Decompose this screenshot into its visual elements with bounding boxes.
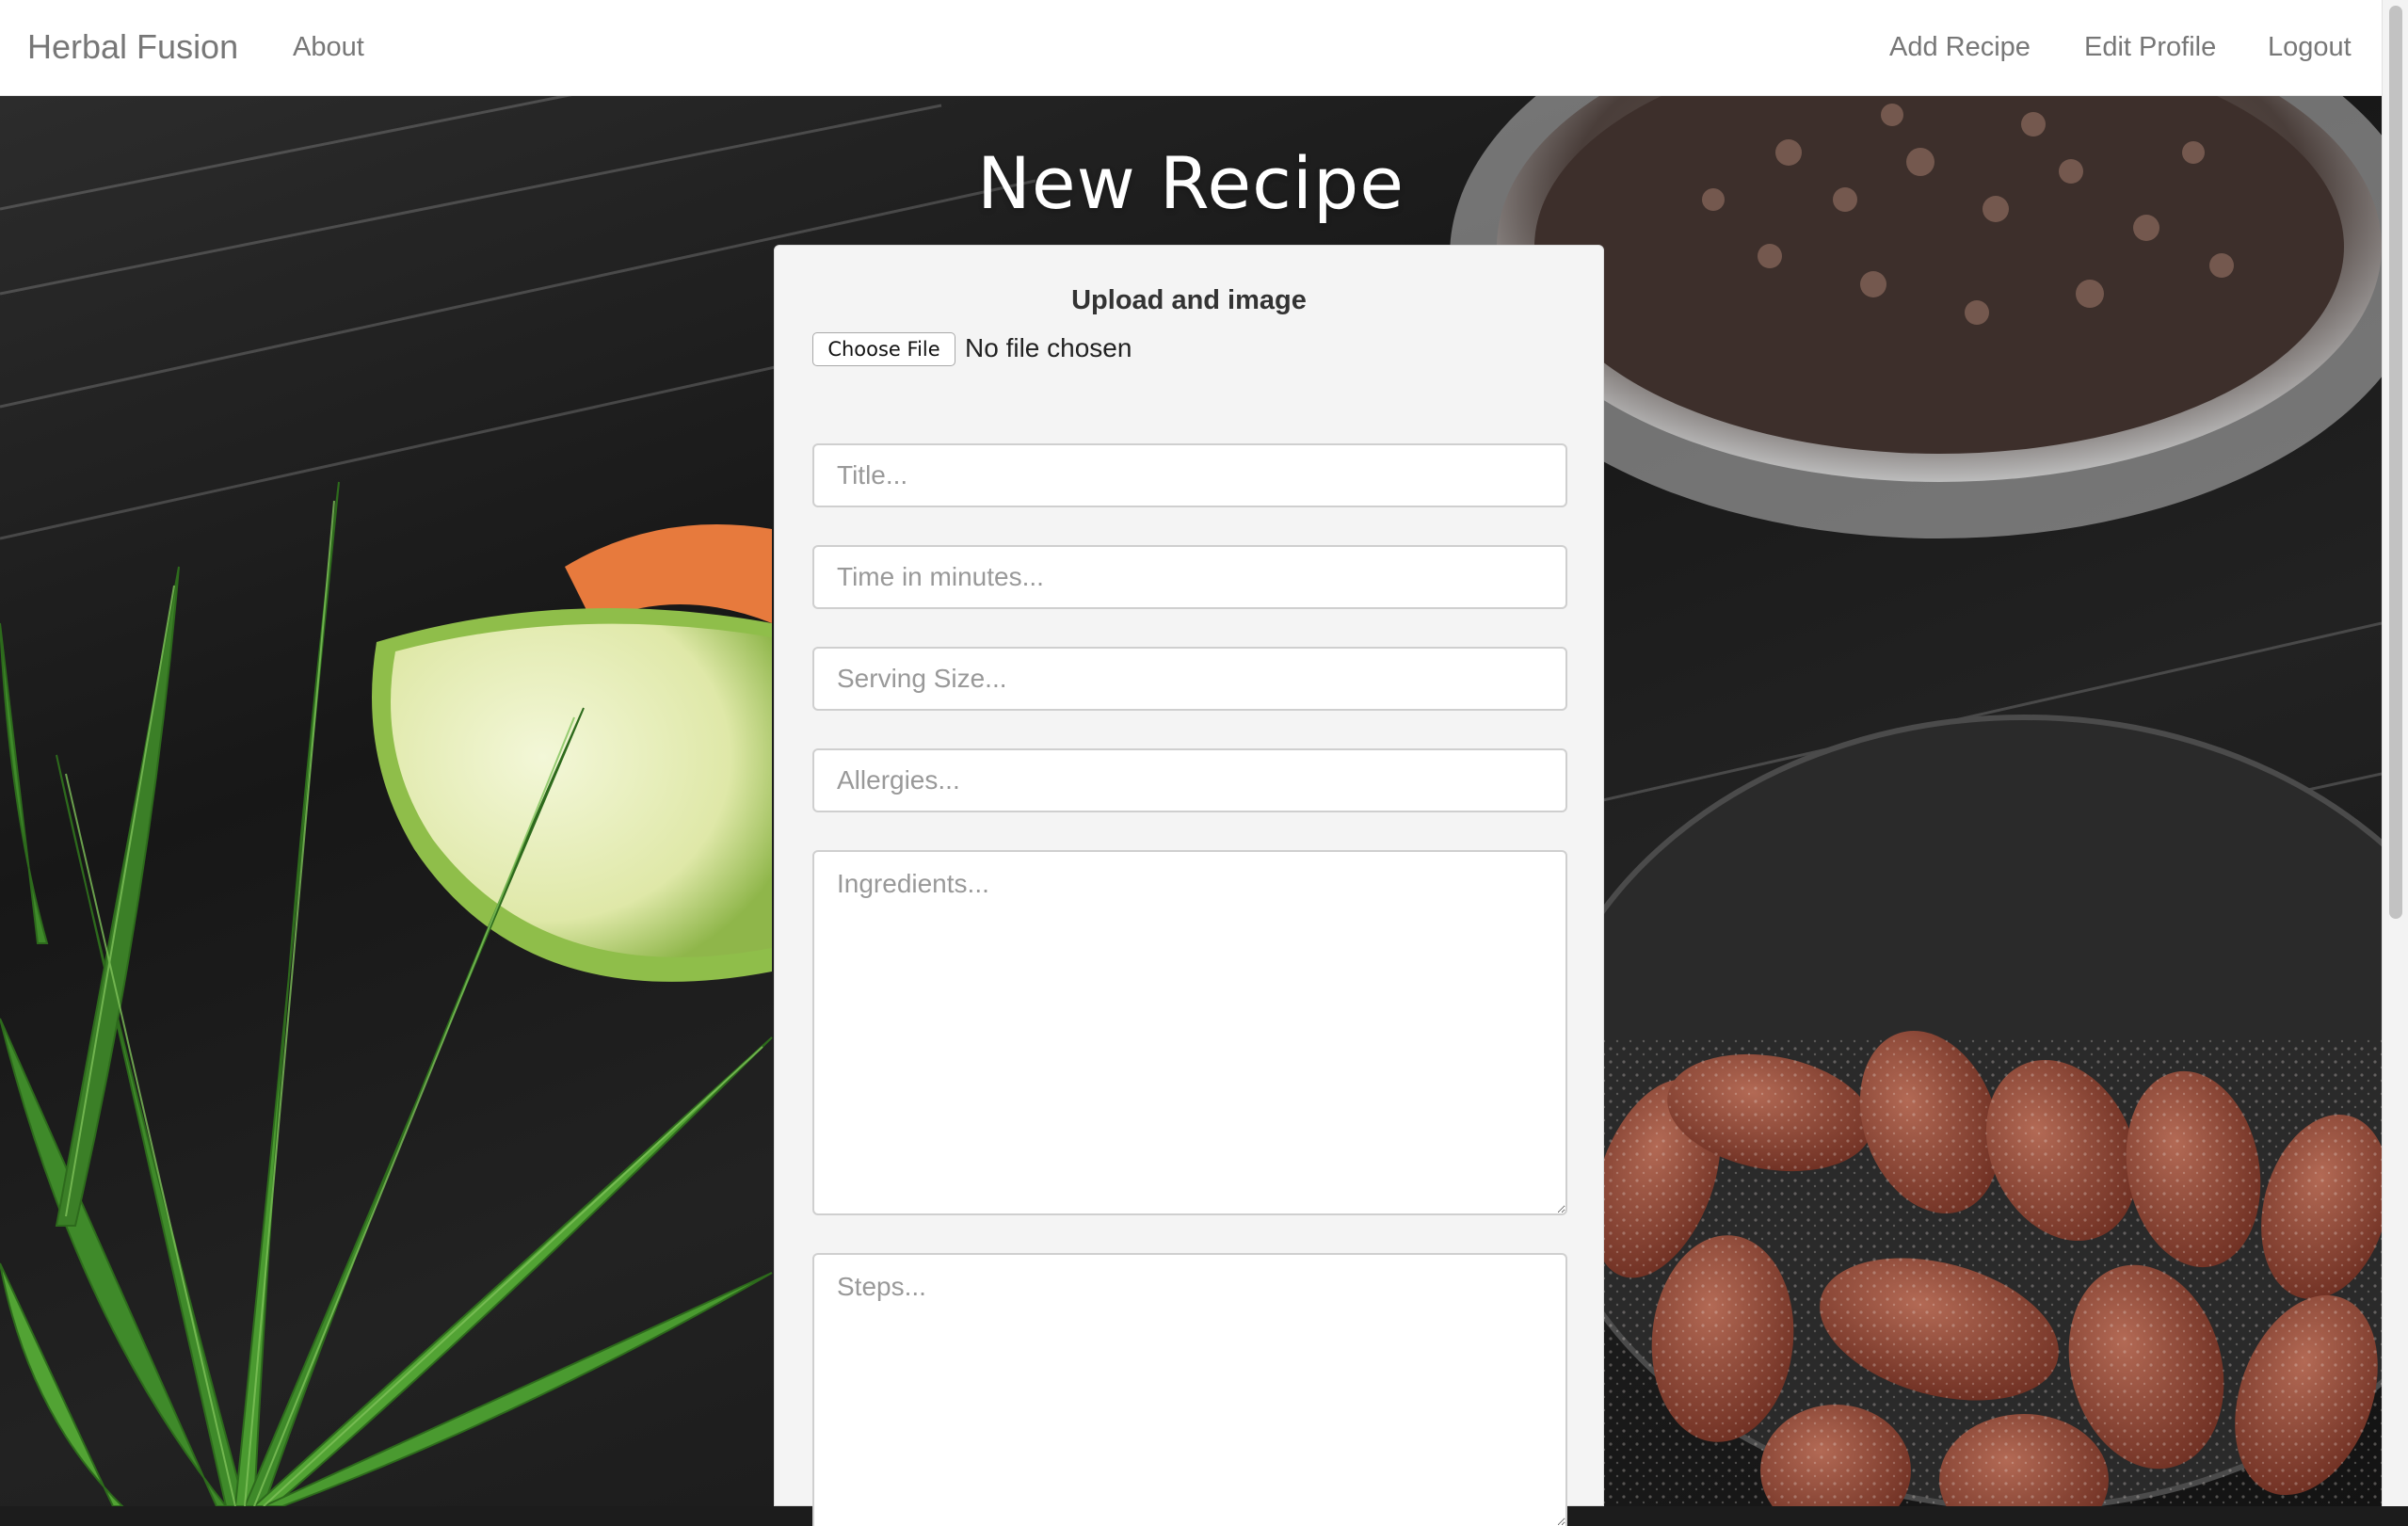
allergies-input[interactable] (812, 748, 1567, 812)
ingredients-textarea[interactable] (812, 850, 1567, 1215)
time-input[interactable] (812, 545, 1567, 609)
serving-size-input[interactable] (812, 647, 1567, 711)
top-navbar: Herbal Fusion About Add Recipe Edit Prof… (0, 0, 2382, 96)
steps-textarea[interactable] (812, 1253, 1567, 1526)
choose-file-button[interactable]: Choose File (812, 332, 955, 366)
brand-link[interactable]: Herbal Fusion (27, 0, 238, 94)
page-scrollbar[interactable] (2382, 0, 2408, 1506)
nav-logout-link[interactable]: Logout (2268, 0, 2352, 94)
scrollbar-thumb[interactable] (2389, 6, 2402, 919)
title-input[interactable] (812, 443, 1567, 507)
file-status-text: No file chosen (965, 333, 1132, 362)
nav-add-recipe-link[interactable]: Add Recipe (1889, 0, 2031, 94)
new-recipe-form: Upload and image Choose File No file cho… (774, 245, 1604, 1526)
nav-edit-profile-link[interactable]: Edit Profile (2084, 0, 2216, 94)
nav-about-link[interactable]: About (293, 0, 364, 94)
upload-image-label: Upload and image (1071, 285, 1307, 315)
page-title: New Recipe (977, 141, 1405, 225)
